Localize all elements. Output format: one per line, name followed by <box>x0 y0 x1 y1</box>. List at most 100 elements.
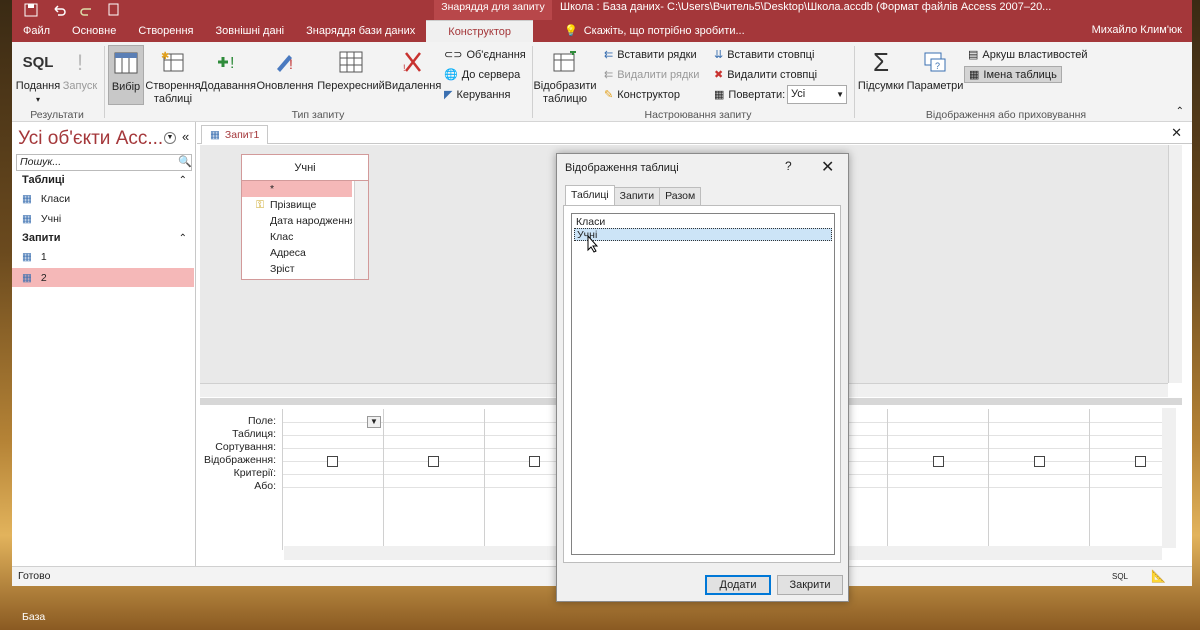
shutter-bar-icon[interactable]: « <box>182 129 189 144</box>
delete-columns-button[interactable]: ✖ Видалити стовпці <box>714 68 817 82</box>
svg-text:!: ! <box>403 63 406 73</box>
crosstab-button[interactable]: Перехресний <box>316 48 386 93</box>
return-icon: ▦ <box>714 89 725 101</box>
field-all[interactable]: * <box>242 181 352 197</box>
parameters-button[interactable]: ? Параметри <box>907 48 963 93</box>
tab-create[interactable]: Створення <box>127 20 204 42</box>
nav-item-classes[interactable]: ▦ Класи <box>12 189 194 208</box>
close-button[interactable]: Закрити <box>777 575 843 595</box>
table-list[interactable]: Класи Учні <box>571 213 835 555</box>
run-button[interactable]: ! Запуск <box>60 48 100 93</box>
totals-button[interactable]: Σ Підсумки <box>856 48 906 93</box>
table-names-button[interactable]: ▦ Імена таблиць <box>964 66 1062 83</box>
field-height[interactable]: Зріст <box>242 261 352 277</box>
sigma-icon: Σ <box>872 46 890 77</box>
help-icon[interactable]: ? <box>785 159 792 173</box>
tab-query1[interactable]: ▦ Запит1 <box>201 125 269 144</box>
design-view-icon[interactable]: 📐 <box>1151 569 1166 583</box>
delete-query-button[interactable]: ! Видалення <box>385 48 441 93</box>
grid-label-criteria: Критерії: <box>233 467 276 479</box>
sql-view-status-button[interactable]: SQL <box>1112 572 1128 581</box>
nav-item-query-2[interactable]: ▦ 2 <box>12 268 194 287</box>
svg-text:?: ? <box>935 61 940 71</box>
tell-me-text: Скажіть, що потрібно зробити... <box>583 24 745 37</box>
grid-column[interactable] <box>1089 409 1090 550</box>
field-list-scrollbar[interactable] <box>354 181 368 279</box>
nav-section-queries[interactable]: Запити <box>22 232 61 244</box>
collapse-chevron-icon[interactable]: ⌃ <box>179 233 187 244</box>
return-combo[interactable]: Усі ▼ <box>787 85 847 104</box>
tab-design[interactable]: Конструктор <box>426 20 533 42</box>
close-document-icon[interactable]: ✕ <box>1171 125 1182 141</box>
show-table-button[interactable]: Відобразити таблицю <box>533 48 597 106</box>
lightbulb-icon: 💡 <box>564 25 578 37</box>
add-button[interactable]: Додати <box>705 575 771 595</box>
show-checkbox[interactable] <box>529 456 540 467</box>
insert-rows-button[interactable]: ⇇ Вставити рядки <box>604 48 697 62</box>
view-button[interactable]: SQL Подання ▾ <box>16 48 60 106</box>
tell-me-box[interactable]: 💡 Скажіть, що потрібно зробити... <box>564 24 745 38</box>
update-button[interactable]: ! Оновлення <box>256 48 314 93</box>
property-sheet-button[interactable]: ▤ Аркуш властивостей <box>968 48 1088 62</box>
tab-external-data[interactable]: Зовнішні дані <box>205 20 296 42</box>
grid-label-table: Таблиця: <box>232 428 276 440</box>
close-icon[interactable]: ✕ <box>821 157 834 177</box>
nav-search-input[interactable]: Пошук... <box>16 154 192 171</box>
field-address[interactable]: Адреса <box>242 245 352 261</box>
list-item-students[interactable]: Учні <box>574 228 832 241</box>
field-birthdate[interactable]: Дата народження <box>242 213 352 229</box>
grid-column[interactable] <box>988 409 989 550</box>
tab-file[interactable]: Файл <box>12 20 61 42</box>
grid-vertical-scrollbar[interactable] <box>1162 408 1176 548</box>
field-list-students[interactable]: Учні * ⚿ Прізвище Дата народження Клас Ад… <box>241 154 369 280</box>
user-name[interactable]: Михайло Клим'юк <box>1092 24 1182 36</box>
data-definition-button[interactable]: ◤ Керування <box>444 88 510 102</box>
quick-access-toolbar <box>24 0 120 20</box>
nav-pane-title[interactable]: Усі об'єкти Acc... <box>18 128 163 150</box>
show-checkbox[interactable] <box>428 456 439 467</box>
collapse-chevron-icon[interactable]: ⌃ <box>179 175 187 186</box>
nav-item-query-1[interactable]: ▦ 1 <box>12 247 194 266</box>
show-table-dialog: Відображення таблиці ? ✕ Таблиці Запити … <box>556 153 849 602</box>
design-vertical-scrollbar[interactable] <box>1168 145 1182 383</box>
make-table-button[interactable]: ✱ Створення таблиці <box>145 48 200 106</box>
builder-button[interactable]: ✎ Конструктор <box>604 88 680 102</box>
ribbon-separator <box>854 46 855 118</box>
grid-column[interactable] <box>282 409 283 550</box>
show-checkbox[interactable] <box>327 456 338 467</box>
svg-text:!: ! <box>230 55 234 72</box>
select-query-button[interactable]: Вибір <box>108 45 144 105</box>
insert-columns-icon: ⇊ <box>714 49 724 61</box>
append-button[interactable]: ! Додавання <box>200 48 256 93</box>
grid-column[interactable] <box>383 409 384 550</box>
redo-icon[interactable] <box>80 3 94 17</box>
field-list-title[interactable]: Учні <box>242 155 368 181</box>
dialog-tab-both[interactable]: Разом <box>659 187 702 205</box>
dialog-tab-queries[interactable]: Запити <box>613 187 661 205</box>
field-surname[interactable]: ⚿ Прізвище <box>242 197 352 213</box>
tab-home[interactable]: Основне <box>61 20 127 42</box>
delete-rows-button[interactable]: ⇇ Видалити рядки <box>604 68 699 82</box>
tab-database-tools[interactable]: Знаряддя бази даних <box>295 20 426 42</box>
insert-columns-button[interactable]: ⇊ Вставити стовпці <box>714 48 814 62</box>
undo-icon[interactable] <box>52 3 66 17</box>
save-icon[interactable] <box>24 3 38 17</box>
search-icon[interactable]: 🔍 <box>178 155 192 168</box>
customize-qat-icon[interactable] <box>108 3 120 17</box>
grid-column[interactable] <box>484 409 485 550</box>
collapse-ribbon-icon[interactable]: ⌃ <box>1176 106 1184 117</box>
show-checkbox[interactable] <box>933 456 944 467</box>
show-checkbox[interactable] <box>1034 456 1045 467</box>
select-query-icon <box>112 49 140 77</box>
grid-column[interactable] <box>887 409 888 550</box>
context-tab-header: Знаряддя для запиту <box>434 0 552 20</box>
nav-section-tables[interactable]: Таблиці <box>22 174 65 186</box>
show-checkbox[interactable] <box>1135 456 1146 467</box>
union-button[interactable]: ⊂⊃ Об'єднання <box>444 48 526 62</box>
pass-through-button[interactable]: 🌐 До сервера <box>444 68 520 82</box>
field-dropdown-chevron-icon[interactable]: ▼ <box>367 416 381 428</box>
dialog-tab-tables[interactable]: Таблиці <box>565 185 615 205</box>
field-class[interactable]: Клас <box>242 229 352 245</box>
nav-item-students[interactable]: ▦ Учні <box>12 209 194 228</box>
nav-menu-chevron-icon[interactable]: ▼ <box>164 132 176 144</box>
